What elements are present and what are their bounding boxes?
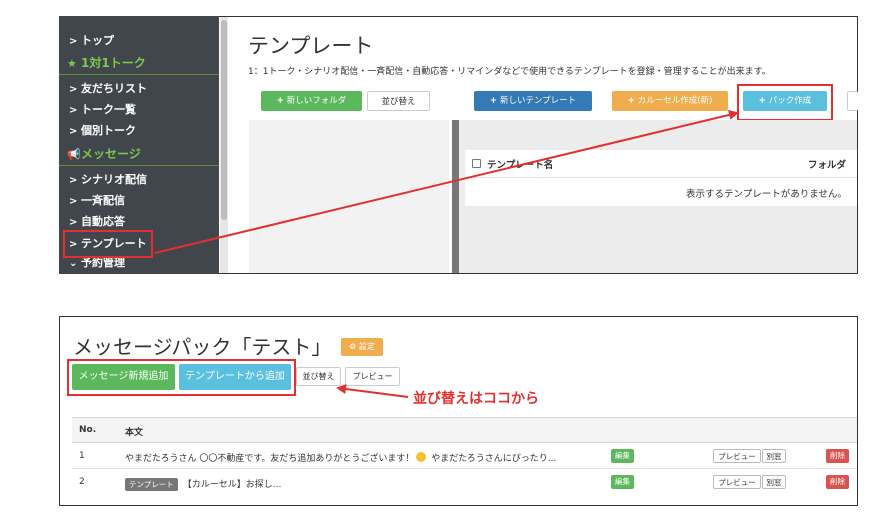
row-1-text: やまだたろうさん 〇〇不動産です。友だち追加ありがとうございます！ やまだたろう… — [125, 452, 557, 464]
carousel-create-button[interactable]: + カルーセル作成(新) — [612, 91, 728, 111]
select-all-checkbox[interactable] — [472, 159, 481, 168]
row-divider — [72, 468, 857, 469]
row-2-preview-button[interactable]: プレビュー — [713, 475, 761, 489]
megaphone-icon: 📢 — [67, 148, 81, 161]
sidebar-item-talk-list[interactable]: > トーク一覧 — [69, 100, 136, 120]
smile-emoji-icon — [416, 452, 427, 462]
empty-message: 表示するテンプレートがありません。 — [686, 189, 847, 200]
sort-button[interactable]: 並び替え — [367, 91, 430, 111]
more-button[interactable] — [847, 91, 858, 111]
sidebar-item-scenario[interactable]: > シナリオ配信 — [69, 170, 147, 190]
sidebar-scrollbar-thumb[interactable] — [221, 20, 227, 220]
template-tag: テンプレート — [125, 478, 178, 491]
add-buttons-highlight — [67, 359, 296, 396]
sidebar-item-auto-reply[interactable]: > 自動応答 — [69, 212, 125, 232]
pane-resizer[interactable] — [452, 120, 459, 273]
pack-title: メッセージパック「テスト」 — [73, 335, 332, 359]
sidebar-item-friends[interactable]: > 友だちリスト — [69, 79, 147, 99]
new-folder-button[interactable]: + 新しいフォルダ — [261, 91, 362, 111]
row-1-delete-button[interactable]: 削除 — [826, 449, 849, 463]
sidebar-section-1on1[interactable]: ★ 1対1トーク — [59, 51, 219, 75]
new-template-button[interactable]: + 新しいテンプレート — [474, 91, 592, 111]
chevron-right-icon: > — [69, 36, 78, 47]
gear-icon: ⚙ — [349, 342, 357, 351]
message-table-header — [72, 417, 857, 443]
row-2-text: テンプレート 【カルーセル】お探し... — [125, 477, 281, 491]
star-icon: ★ — [67, 57, 77, 70]
col-no: No. — [79, 425, 97, 435]
chevron-right-icon: > — [69, 175, 78, 186]
pack-preview-button[interactable]: プレビュー — [345, 367, 400, 386]
plus-icon: + — [489, 96, 497, 106]
row-2-new-window-button[interactable]: 別窓 — [762, 475, 786, 489]
pack-create-highlight — [737, 84, 833, 121]
row-1-no: 1 — [79, 451, 85, 461]
row-2-delete-button[interactable]: 削除 — [826, 475, 849, 489]
row-1-new-window-button[interactable]: 別窓 — [762, 449, 786, 463]
page-description: 1：1トーク・シナリオ配信・一斉配信・自動応答・リマインダなどで使用できるテンプ… — [248, 67, 771, 77]
plus-icon: + — [276, 96, 284, 106]
chevron-right-icon: > — [69, 196, 78, 207]
template-menu-highlight — [63, 230, 153, 258]
sidebar-item-broadcast[interactable]: > 一斉配信 — [69, 191, 125, 211]
pack-settings-button[interactable]: ⚙ 設定 — [341, 338, 383, 356]
chevron-right-icon: > — [69, 84, 78, 95]
page-title: テンプレート — [248, 34, 374, 58]
sidebar-section-message[interactable]: 📢メッセージ — [59, 142, 219, 166]
sort-annotation: 並び替えはココから — [413, 391, 539, 407]
chevron-right-icon: > — [69, 126, 78, 137]
row-2-no: 2 — [79, 477, 85, 487]
chevron-right-icon: > — [69, 105, 78, 116]
pack-sort-button[interactable]: 並び替え — [296, 367, 341, 386]
plus-icon: + — [627, 96, 635, 106]
sidebar-item-individual-talk[interactable]: > 個別トーク — [69, 121, 136, 141]
sidebar-item-top[interactable]: > トップ — [69, 31, 114, 51]
col-template-name[interactable]: テンプレート名 — [487, 157, 553, 171]
chevron-down-icon: ⌄ — [69, 258, 78, 269]
col-body: 本文 — [125, 428, 144, 438]
row-1-preview-button[interactable]: プレビュー — [713, 449, 761, 463]
col-folder[interactable]: フォルダ — [808, 157, 846, 171]
row-1-edit-button[interactable]: 編集 — [611, 449, 634, 463]
folder-tree-pane — [249, 120, 449, 273]
row-2-edit-button[interactable]: 編集 — [611, 475, 634, 489]
